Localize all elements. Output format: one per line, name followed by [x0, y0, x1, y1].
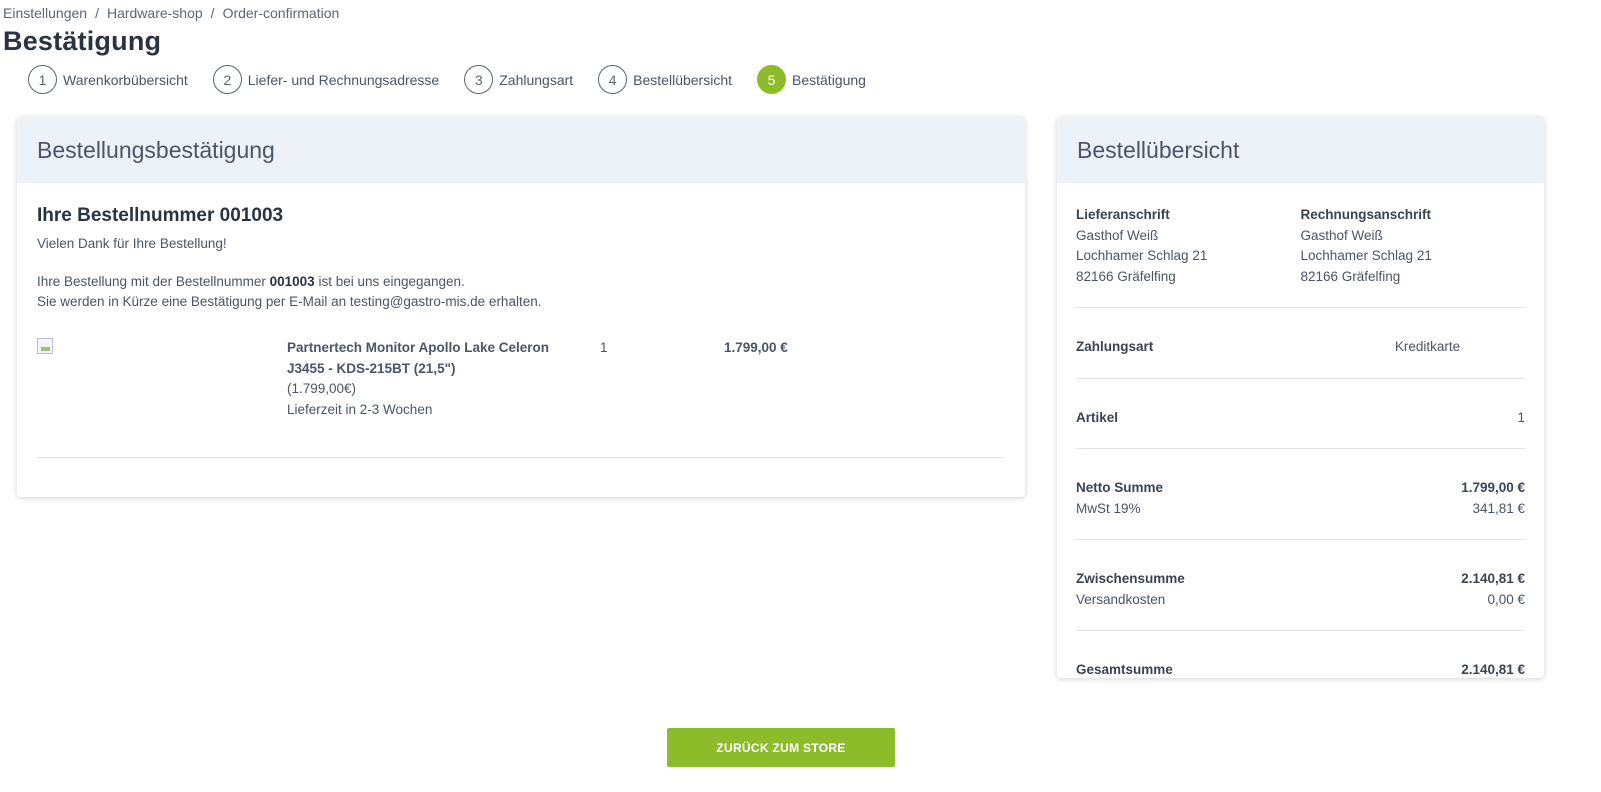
breadcrumb-item-einstellungen[interactable]: Einstellungen	[3, 5, 87, 21]
address-line: Lochhamer Schlag 21	[1300, 248, 1432, 263]
order-confirmation-card: Bestellungsbestätigung Ihre Bestellnumme…	[17, 117, 1025, 497]
vat-label: MwSt 19%	[1076, 500, 1141, 516]
receipt-text: Ihre Bestellung mit der Bestellnummer	[37, 274, 266, 289]
order-number-heading: Ihre Bestellnummer 001003	[37, 205, 284, 226]
subtotal-section: Zwischensumme 2.140,81 € Versandkosten 0…	[1076, 540, 1525, 631]
item-quantity: 1	[600, 340, 608, 355]
shipping-cost-label: Versandkosten	[1076, 591, 1166, 607]
step-label: Zahlungsart	[499, 71, 574, 88]
address-line: 82166 Gräfelfing	[1076, 268, 1176, 284]
breadcrumb-separator: /	[210, 5, 215, 21]
billing-address-label: Rechnungsanschrift	[1300, 207, 1432, 222]
order-number: 001003	[269, 274, 315, 289]
item-delivery-time: Lieferzeit in 2-3 Wochen	[287, 402, 433, 417]
subtotal-value: 2.140,81 €	[1461, 571, 1525, 586]
net-section: Netto Summe 1.799,00 € MwSt 19% 341,81 €	[1076, 449, 1525, 540]
email-notice: Sie werden in Kürze eine Bestätigung per…	[37, 294, 542, 309]
grand-total-label: Gesamtsumme	[1076, 662, 1173, 677]
step-address: 2 Liefer- und Rechnungsadresse	[212, 65, 440, 94]
step-number-active: 5	[757, 65, 786, 94]
breadcrumb: Einstellungen / Hardware-shop / Order-co…	[3, 5, 339, 21]
step-number: 4	[598, 65, 628, 94]
step-cart-overview: 1 Warenkorbübersicht	[28, 65, 188, 94]
grand-total-section: Gesamtsumme 2.140,81 €	[1076, 631, 1525, 678]
step-label: Bestellübersicht	[633, 71, 732, 88]
broken-image-icon	[37, 338, 53, 354]
items-section: Artikel 1	[1076, 379, 1525, 449]
item-name: Partnertech Monitor Apollo Lake Celeron …	[287, 340, 550, 376]
breadcrumb-item-order-confirmation: Order-confirmation	[222, 5, 340, 21]
net-label: Netto Summe	[1076, 480, 1164, 495]
item-unit-price: (1.799,00€)	[287, 381, 357, 396]
back-to-store-button[interactable]: ZURÜCK ZUM STORE	[667, 728, 895, 767]
item-total: 1.799,00 €	[724, 340, 788, 355]
page-title: Bestätigung	[3, 26, 162, 56]
shipping-cost-value: 0,00 €	[1487, 591, 1525, 607]
vat-value: 341,81 €	[1472, 500, 1525, 516]
address-line: Lochhamer Schlag 21	[1076, 248, 1208, 263]
address-line: Gasthof Weiß	[1300, 227, 1383, 243]
step-order-overview: 4 Bestellübersicht	[598, 65, 732, 94]
receipt-text: ist bei uns eingegangen.	[318, 274, 465, 289]
address-line: 82166 Gräfelfing	[1300, 268, 1401, 284]
step-label: Warenkorbübersicht	[63, 71, 188, 88]
shipping-address: Lieferanschrift Gasthof Weiß Lochhamer S…	[1076, 205, 1301, 287]
step-confirmation: 5 Bestätigung	[757, 65, 866, 94]
breadcrumb-item-hardware-shop[interactable]: Hardware-shop	[107, 5, 203, 21]
step-number: 3	[464, 65, 494, 94]
step-number: 2	[212, 65, 242, 94]
step-number: 1	[28, 65, 57, 94]
billing-address: Rechnungsanschrift Gasthof Weiß Lochhame…	[1301, 205, 1526, 287]
shipping-address-label: Lieferanschrift	[1076, 207, 1170, 222]
breadcrumb-separator: /	[95, 5, 99, 21]
net-value: 1.799,00 €	[1461, 480, 1525, 495]
thank-you-text: Vielen Dank für Ihre Bestellung!	[37, 236, 227, 251]
checkout-stepper: 1 Warenkorbübersicht 2 Liefer- und Rechn…	[28, 65, 891, 94]
step-label: Bestätigung	[792, 71, 866, 88]
items-label: Artikel	[1076, 409, 1119, 425]
grand-total-value: 2.140,81 €	[1461, 662, 1525, 677]
card-header: Bestellübersicht	[1057, 117, 1544, 183]
card-header: Bestellungsbestätigung	[17, 117, 1025, 183]
address-block: Lieferanschrift Gasthof Weiß Lochhamer S…	[1076, 205, 1525, 308]
step-label: Liefer- und Rechnungsadresse	[247, 71, 440, 88]
items-value: 1	[1517, 409, 1525, 425]
payment-section: Zahlungsart Kreditkarte	[1076, 308, 1525, 379]
step-payment: 3 Zahlungsart	[464, 65, 573, 94]
receipt-message: Ihre Bestellung mit der Bestellnummer 00…	[37, 272, 1005, 312]
address-line: Gasthof Weiß	[1076, 227, 1159, 243]
payment-value: Kreditkarte	[1394, 339, 1461, 354]
order-item-row: Partnertech Monitor Apollo Lake Celeron …	[37, 338, 1005, 458]
subtotal-label: Zwischensumme	[1076, 571, 1185, 586]
order-summary-card: Bestellübersicht Lieferanschrift Gasthof…	[1057, 117, 1544, 678]
payment-label: Zahlungsart	[1076, 339, 1154, 354]
